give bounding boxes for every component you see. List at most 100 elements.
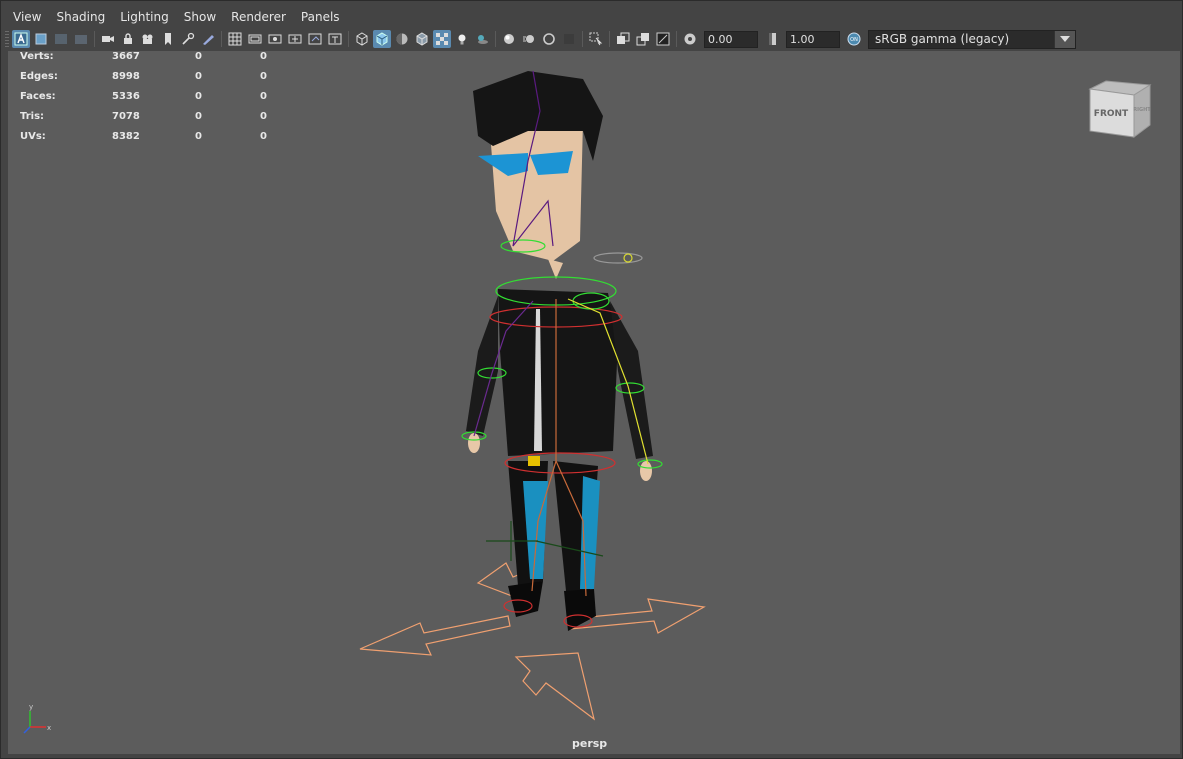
field-chart-button[interactable]	[306, 30, 324, 48]
3d-viewport[interactable]: Verts: 3667 0 0 Edges: 8998 0 0 Faces: 5…	[8, 51, 1180, 754]
2d-pan-zoom-button[interactable]	[179, 30, 197, 48]
xray-components-button[interactable]	[634, 30, 652, 48]
film-camera-icon	[142, 34, 153, 44]
gamma-field[interactable]: 1.00	[786, 30, 840, 48]
view-cube-front-label[interactable]: FRONT	[1094, 109, 1129, 119]
hud-value: 0	[260, 131, 267, 142]
wireframe-button[interactable]	[353, 30, 371, 48]
pan-zoom-icon	[182, 32, 195, 45]
anti-aliasing-button[interactable]	[540, 30, 558, 48]
smooth-shade-button[interactable]	[373, 30, 391, 48]
default-material-button[interactable]	[393, 30, 411, 48]
wire-on-shaded-icon	[416, 32, 428, 46]
grid-button[interactable]	[226, 30, 244, 48]
axis-gizmo: y x	[23, 703, 51, 734]
character-scene	[359, 70, 706, 721]
menu-shading[interactable]: Shading	[48, 7, 112, 27]
poly-count-hud: Verts: 3667 0 0 Edges: 8998 0 0 Faces: 5…	[20, 51, 280, 151]
lock-camera-icon	[124, 33, 132, 44]
hud-label: UVs:	[20, 131, 46, 142]
hud-label: Faces:	[20, 91, 56, 102]
image-plane-icon	[55, 34, 67, 44]
hud-icon	[656, 32, 670, 46]
hud-faces-row: Faces: 5336 0 0	[20, 91, 280, 111]
isolate-select-icon	[589, 32, 603, 46]
svg-text:ON: ON	[850, 37, 858, 43]
exposure-field[interactable]: 0.00	[704, 30, 758, 48]
camera-name-label: persp	[572, 737, 608, 750]
hud-label: Tris:	[20, 111, 45, 122]
depth-of-field-button[interactable]	[560, 30, 578, 48]
hud-value: 0	[195, 91, 202, 102]
toolbar-divider	[94, 31, 95, 47]
menu-panels[interactable]: Panels	[293, 7, 347, 27]
view-transform-dropdown[interactable]: sRGB gamma (legacy)	[868, 29, 1076, 49]
xray-button[interactable]	[433, 30, 451, 48]
menu-view[interactable]: View	[5, 7, 48, 27]
motion-blur-button[interactable]	[520, 30, 538, 48]
view-cube[interactable]: FRONT RIGHT	[1086, 79, 1152, 141]
menu-show[interactable]: Show	[176, 7, 223, 27]
hud-value: 0	[260, 91, 267, 102]
panel-menubar: View Shading Lighting Show Renderer Pane…	[5, 7, 347, 27]
camera-attributes-icon	[75, 35, 87, 44]
menu-renderer[interactable]: Renderer	[223, 7, 293, 27]
hud-value: 0	[195, 71, 202, 82]
depth-of-field-icon	[564, 34, 574, 44]
ao-sphere-icon	[504, 34, 514, 44]
wireframe-on-shaded-button[interactable]	[413, 30, 431, 48]
view-cube-right-label[interactable]: RIGHT	[1133, 107, 1151, 113]
xray-joints-button[interactable]	[614, 30, 632, 48]
gate-mask-icon	[288, 34, 302, 44]
character-legs	[508, 461, 600, 631]
film-gate-button[interactable]	[246, 30, 264, 48]
panel-toolbar: 0.00 1.00 ON sRGB gamma (legacy)	[1, 28, 1182, 50]
hud-value: 0	[195, 111, 202, 122]
character-torso	[466, 289, 653, 481]
hud-value: 0	[260, 71, 267, 82]
shadow-icon	[478, 35, 488, 44]
gamma-reset-button[interactable]	[763, 30, 781, 48]
hud-edges-row: Edges: 8998 0 0	[20, 71, 280, 91]
hud-toggle-button[interactable]	[654, 30, 672, 48]
select-camera-button[interactable]	[12, 30, 30, 48]
chevron-down-icon	[1054, 30, 1075, 48]
use-all-lights-button[interactable]	[453, 30, 471, 48]
xray-joints-icon	[617, 32, 630, 44]
grid-icon	[228, 32, 242, 46]
grease-pencil-icon	[203, 35, 214, 45]
exposure-reset-button[interactable]	[681, 30, 699, 48]
resolution-gate-icon	[268, 34, 282, 44]
view-transform-value: sRGB gamma (legacy)	[875, 31, 1010, 46]
resolution-gate-button[interactable]	[266, 30, 284, 48]
camera-button[interactable]	[99, 30, 117, 48]
axis-x-label: x	[47, 724, 51, 732]
shadows-button[interactable]	[473, 30, 491, 48]
bookmark-button[interactable]	[159, 30, 177, 48]
grease-pencil-button[interactable]	[199, 30, 217, 48]
hud-label: Edges:	[20, 71, 58, 82]
isolate-select-button[interactable]	[587, 30, 605, 48]
image-plane-button[interactable]	[52, 30, 70, 48]
axis-y-label: y	[29, 703, 33, 711]
field-chart-icon	[308, 33, 322, 45]
wireframe-cube-icon	[356, 32, 368, 46]
screen-space-ao-button[interactable]	[500, 30, 518, 48]
hud-value: 0	[260, 51, 267, 62]
camera-attributes-button[interactable]	[72, 30, 90, 48]
hud-value: 5336	[112, 91, 140, 102]
menu-lighting[interactable]: Lighting	[112, 7, 176, 27]
bookmark-camera-button[interactable]	[139, 30, 157, 48]
lock-camera-button[interactable]	[119, 30, 137, 48]
safe-title-button[interactable]	[326, 30, 344, 48]
color-management-icon: ON	[847, 32, 861, 46]
gate-mask-button[interactable]	[286, 30, 304, 48]
hud-verts-row: Verts: 3667 0 0	[20, 51, 280, 71]
camera-icon	[102, 36, 114, 42]
frame-all-button[interactable]	[32, 30, 50, 48]
safe-title-icon	[328, 33, 342, 45]
toolbar-grip[interactable]	[5, 31, 9, 47]
hud-value: 0	[195, 131, 202, 142]
color-management-toggle[interactable]: ON	[845, 30, 863, 48]
toolbar-divider	[221, 31, 222, 47]
